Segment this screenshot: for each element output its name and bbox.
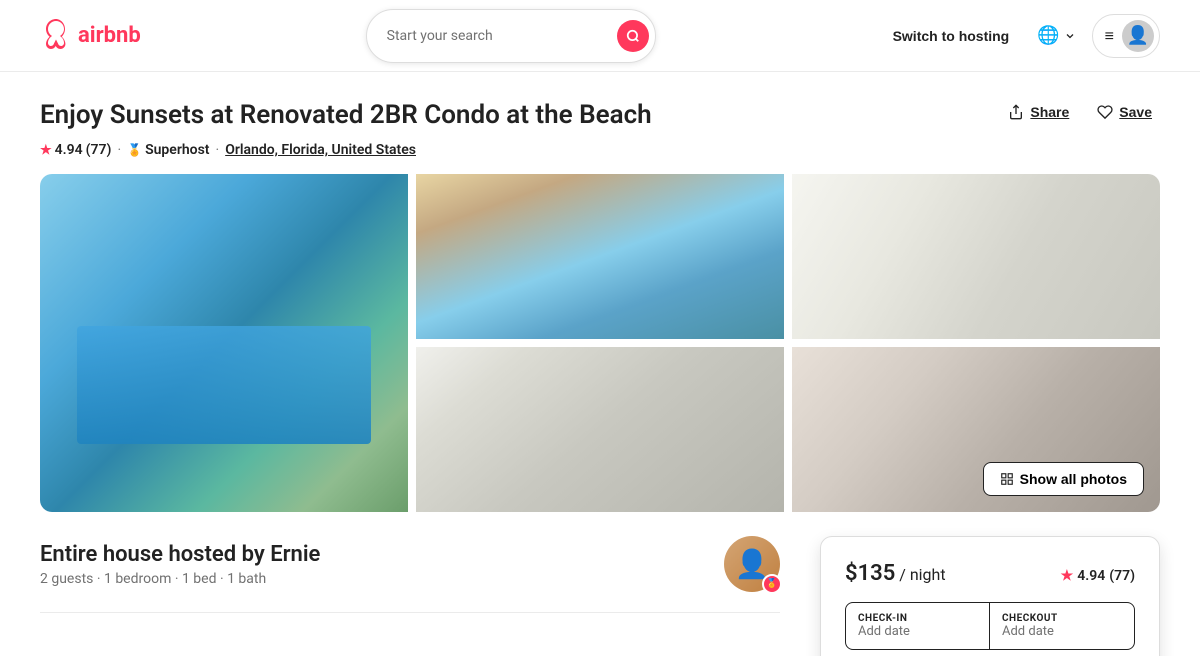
header: airbnb Start your search Switch to hosti… [0, 0, 1200, 72]
checkin-cell[interactable]: CHECK-IN Add date [846, 603, 990, 649]
avatar: 👤 [1122, 20, 1154, 52]
search-bar[interactable]: Start your search [366, 9, 656, 63]
airbnb-logo-icon [40, 18, 72, 54]
photo-top-right[interactable] [792, 174, 1160, 339]
lower-section: Entire house hosted by Ernie 2 guests · … [40, 536, 1160, 656]
share-label: Share [1030, 104, 1069, 120]
show-all-photos-button[interactable]: Show all photos [983, 462, 1144, 496]
logo[interactable]: airbnb [40, 18, 141, 54]
location-link[interactable]: Orlando, Florida, United States [225, 142, 416, 158]
price: $135 [845, 561, 895, 586]
save-button[interactable]: Save [1089, 100, 1160, 124]
photo-top-mid[interactable] [416, 174, 784, 339]
checkout-value: Add date [1002, 624, 1122, 639]
switch-hosting-button[interactable]: Switch to hosting [881, 20, 1022, 52]
rating-value: 4.94 [55, 142, 83, 158]
main-content: Enjoy Sunsets at Renovated 2BR Condo at … [0, 72, 1200, 656]
checkout-cell[interactable]: CHECKOUT Add date [990, 603, 1134, 649]
superhost-badge: 🏅 Superhost [127, 142, 209, 158]
dot-separator-2: · [216, 142, 220, 158]
show-photos-label: Show all photos [1020, 471, 1127, 487]
host-text: Entire house hosted by Ernie 2 guests · … [40, 542, 320, 587]
meta-actions: Share Save [1000, 100, 1160, 124]
listing-info: Entire house hosted by Ernie 2 guests · … [40, 536, 780, 656]
photo-grid: Show all photos [40, 174, 1160, 512]
dot-separator-1: · [117, 142, 121, 158]
globe-language-button[interactable]: 🌐 [1029, 17, 1083, 54]
search-button[interactable] [617, 20, 649, 52]
listing-title: Enjoy Sunsets at Renovated 2BR Condo at … [40, 100, 652, 130]
checkin-value: Add date [858, 624, 977, 639]
listing-header-row: Enjoy Sunsets at Renovated 2BR Condo at … [40, 100, 1160, 138]
listing-meta: ★ 4.94 (77) · 🏅 Superhost · Orlando, Flo… [40, 142, 1160, 158]
card-star-icon: ★ [1061, 568, 1074, 584]
superhost-icon: 🏅 [127, 143, 142, 157]
share-button[interactable]: Share [1000, 100, 1077, 124]
card-rating: ★ 4.94 (77) [1061, 568, 1135, 584]
user-menu[interactable]: ≡ 👤 [1092, 14, 1160, 58]
booking-card: $135 / night ★ 4.94 (77) CHECK-IN Add da… [820, 536, 1160, 656]
save-label: Save [1119, 104, 1152, 120]
search-text: Start your search [387, 28, 493, 44]
hamburger-icon: ≡ [1105, 26, 1114, 46]
per-night: / night [899, 565, 945, 584]
photo-bot-mid[interactable] [416, 347, 784, 512]
review-count: (77) [86, 142, 112, 158]
host-details: 2 guests · 1 bedroom · 1 bed · 1 bath [40, 571, 320, 587]
superhost-avatar-badge: 🏅 [762, 574, 782, 594]
price-display: $135 / night [845, 561, 946, 586]
host-avatar-container: 🏅 [724, 536, 780, 592]
header-right: Switch to hosting 🌐 ≡ 👤 [881, 14, 1160, 58]
price-row: $135 / night ★ 4.94 (77) [845, 561, 1135, 586]
date-grid: CHECK-IN Add date CHECKOUT Add date [845, 602, 1135, 650]
checkin-label: CHECK-IN [858, 613, 977, 624]
star-icon: ★ [40, 143, 52, 158]
photo-main[interactable] [40, 174, 408, 512]
host-title: Entire house hosted by Ernie [40, 542, 320, 567]
globe-icon: 🌐 [1037, 25, 1059, 46]
superhost-label: Superhost [145, 142, 209, 158]
host-section: Entire house hosted by Ernie 2 guests · … [40, 536, 780, 613]
card-review-count: (77) [1109, 568, 1135, 584]
checkout-label: CHECKOUT [1002, 613, 1122, 624]
logo-text: airbnb [78, 23, 141, 48]
rating: ★ 4.94 (77) [40, 142, 111, 158]
card-rating-value: 4.94 [1077, 568, 1105, 584]
